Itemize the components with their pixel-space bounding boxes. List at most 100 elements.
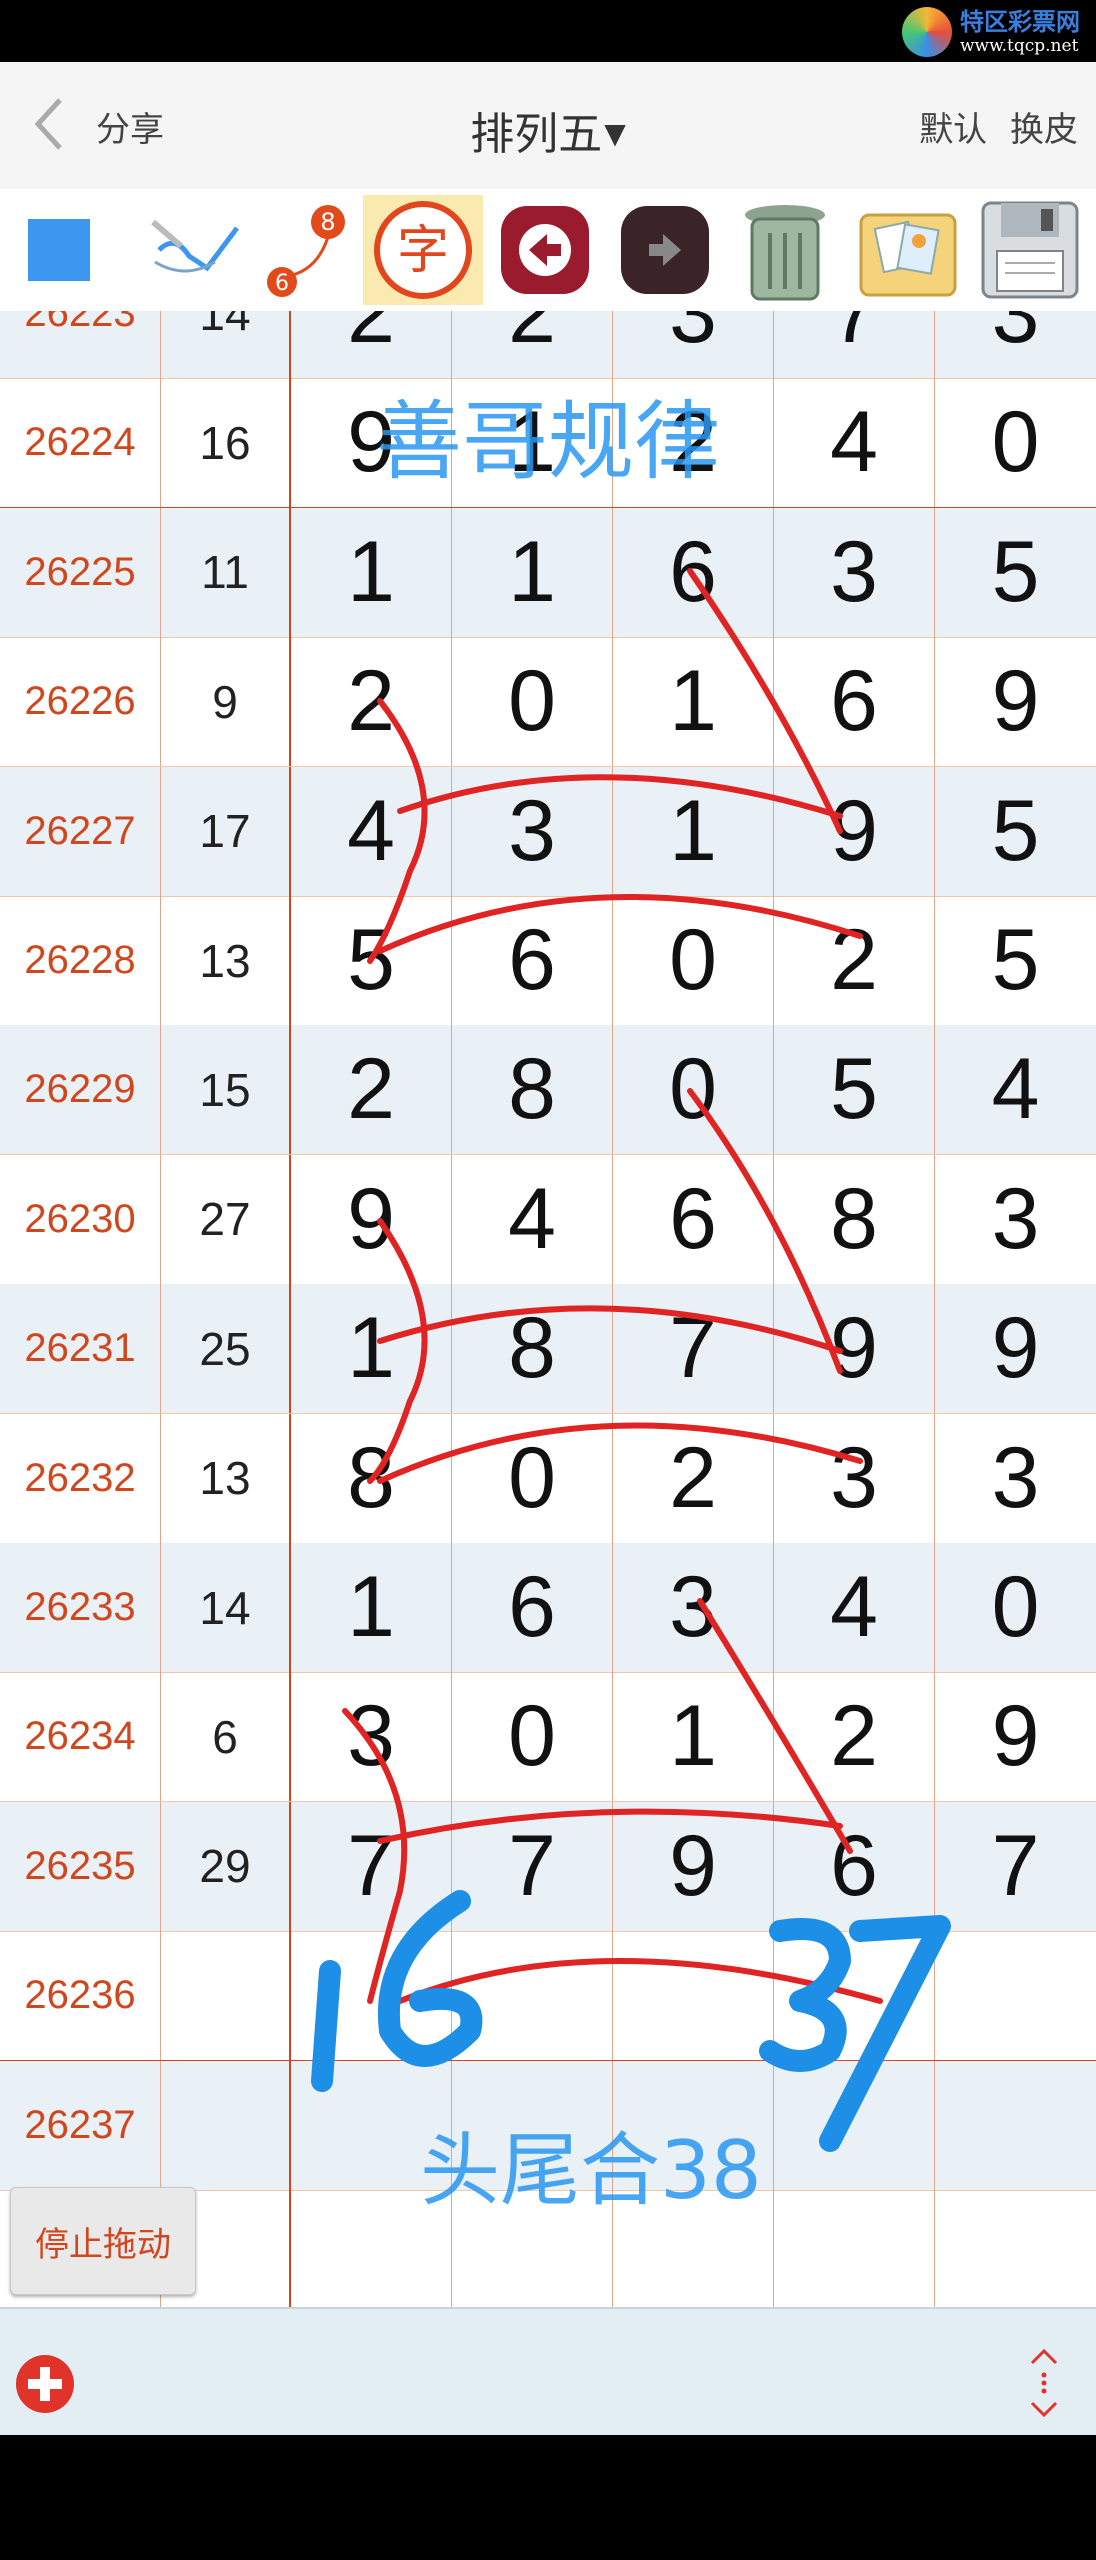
digit-cell[interactable]: 1 — [613, 637, 774, 767]
digit-cell[interactable]: 1 — [613, 1672, 774, 1802]
digit-cell[interactable]: 8 — [452, 1284, 613, 1414]
digit-cell[interactable]: 2 — [774, 1672, 935, 1802]
digit-cell[interactable]: 3 — [613, 311, 774, 378]
digit-cell[interactable]: 6 — [613, 1154, 774, 1284]
digit-cell[interactable]: 5 — [935, 896, 1096, 1025]
digit-cell[interactable]: 9 — [291, 1154, 452, 1284]
digit-cell[interactable] — [774, 2190, 935, 2307]
digit-cell[interactable]: 6 — [613, 507, 774, 637]
text-tool-button[interactable]: 字 — [363, 195, 483, 305]
digit-cell[interactable]: 3 — [774, 507, 935, 637]
digit-cell[interactable]: 6 — [774, 637, 935, 767]
digit-cell[interactable]: 1 — [291, 1284, 452, 1414]
digit-cell[interactable] — [291, 1931, 452, 2061]
digit-cell[interactable]: 2 — [291, 637, 452, 767]
digit-cell[interactable]: 7 — [291, 1801, 452, 1931]
digit-cell[interactable] — [935, 2190, 1096, 2307]
digit-cell[interactable]: 9 — [935, 637, 1096, 766]
number-link-button[interactable]: 8 6 — [258, 195, 358, 305]
digit-cell[interactable]: 9 — [613, 1801, 774, 1931]
default-button[interactable]: 默认 — [919, 110, 987, 150]
digit-cell[interactable] — [613, 2190, 774, 2307]
open-image-button[interactable] — [848, 195, 968, 305]
digit-cell[interactable]: 1 — [291, 1543, 452, 1672]
digit-cell[interactable]: 5 — [774, 1025, 935, 1155]
digit-cell[interactable]: 4 — [774, 378, 935, 508]
digit-cell[interactable]: 2 — [291, 1025, 452, 1155]
digit-cell[interactable] — [452, 2060, 613, 2190]
pen-button[interactable] — [140, 195, 250, 305]
digit-cell[interactable]: 4 — [452, 1154, 613, 1284]
digit-cell[interactable]: 5 — [935, 767, 1096, 896]
digit-cell[interactable]: 7 — [452, 1801, 613, 1931]
digit-cell[interactable]: 8 — [452, 1025, 613, 1155]
digit-cell[interactable]: 0 — [935, 1543, 1096, 1672]
digit-cell[interactable]: 0 — [452, 1413, 613, 1543]
digit-cell[interactable]: 0 — [452, 637, 613, 767]
digit-cell[interactable] — [291, 2190, 452, 2307]
digit-cell[interactable]: 3 — [774, 1413, 935, 1543]
digit-cell[interactable]: 8 — [774, 1154, 935, 1284]
digit-cell[interactable]: 0 — [613, 1025, 774, 1155]
digit-cell[interactable]: 7 — [774, 311, 935, 378]
digit-cell[interactable] — [613, 2060, 774, 2190]
color-picker-button[interactable] — [14, 195, 104, 305]
redo-button[interactable] — [610, 195, 720, 305]
digit-cell[interactable]: 0 — [613, 896, 774, 1025]
digit-cell[interactable]: 1 — [613, 766, 774, 896]
drawing-toolbar: 8 6 字 — [0, 189, 1096, 311]
digit-cell[interactable]: 0 — [452, 1672, 613, 1802]
digit-cell[interactable] — [774, 2060, 935, 2190]
digit-cell[interactable]: 4 — [935, 1025, 1096, 1154]
digit-cell[interactable]: 9 — [935, 1284, 1096, 1413]
digit-cell[interactable]: 0 — [935, 378, 1096, 507]
digit-cell[interactable]: 2 — [613, 378, 774, 508]
drag-updown-icon[interactable] — [1024, 2347, 1064, 2419]
digit-cell[interactable]: 3 — [935, 1155, 1096, 1284]
digit-cell[interactable]: 2 — [291, 311, 452, 378]
issue-number: 26231 — [0, 1284, 161, 1414]
digit-cell[interactable]: 4 — [291, 766, 452, 896]
digit-cell[interactable]: 3 — [935, 1414, 1096, 1543]
square-color-icon — [28, 219, 90, 281]
digit-cell[interactable] — [452, 2190, 613, 2307]
digit-cell[interactable]: 5 — [291, 896, 452, 1025]
digit-cell[interactable]: 2 — [774, 896, 935, 1025]
digit-cell[interactable]: 3 — [291, 1672, 452, 1802]
text-icon: 字 — [374, 201, 472, 299]
digit-cell[interactable]: 2 — [452, 311, 613, 378]
digit-cell[interactable]: 9 — [935, 1672, 1096, 1801]
digit-cell[interactable]: 8 — [291, 1413, 452, 1543]
digit-cell[interactable] — [935, 2061, 1096, 2190]
digit-cell[interactable]: 1 — [452, 507, 613, 637]
clear-button[interactable] — [725, 195, 845, 305]
change-skin-button[interactable]: 换皮 — [1010, 110, 1078, 150]
add-icon[interactable] — [14, 2353, 76, 2415]
undo-button[interactable] — [490, 195, 600, 305]
digit-cell[interactable]: 5 — [935, 508, 1096, 637]
stop-drag-button[interactable]: 停止拖动 — [10, 2187, 196, 2295]
table-row: 26233 14 1 6 3 4 0 — [0, 1543, 1096, 1673]
digit-cell[interactable]: 7 — [613, 1284, 774, 1414]
digit-cell[interactable] — [774, 1931, 935, 2061]
digit-cell[interactable]: 4 — [774, 1543, 935, 1672]
digit-cell[interactable]: 9 — [774, 1284, 935, 1414]
digit-cell[interactable]: 3 — [452, 766, 613, 896]
digit-cell[interactable]: 6 — [774, 1801, 935, 1931]
digit-cell[interactable]: 9 — [291, 378, 452, 508]
digit-cell[interactable]: 9 — [774, 766, 935, 896]
digit-cell[interactable]: 7 — [935, 1802, 1096, 1931]
digit-cell[interactable] — [452, 1931, 613, 2061]
digit-cell[interactable]: 3 — [613, 1543, 774, 1672]
digit-cell[interactable]: 3 — [935, 311, 1096, 378]
digit-cell[interactable] — [291, 2060, 452, 2190]
digit-cell[interactable] — [935, 1931, 1096, 2060]
digit-cell[interactable]: 1 — [452, 378, 613, 508]
digit-cell[interactable]: 2 — [613, 1413, 774, 1543]
digit-cell[interactable] — [613, 1931, 774, 2061]
digit-cell[interactable]: 1 — [291, 507, 452, 637]
redo-arrow-icon — [621, 206, 709, 294]
digit-cell[interactable]: 6 — [452, 896, 613, 1025]
digit-cell[interactable]: 6 — [452, 1543, 613, 1672]
save-button[interactable] — [970, 195, 1090, 305]
